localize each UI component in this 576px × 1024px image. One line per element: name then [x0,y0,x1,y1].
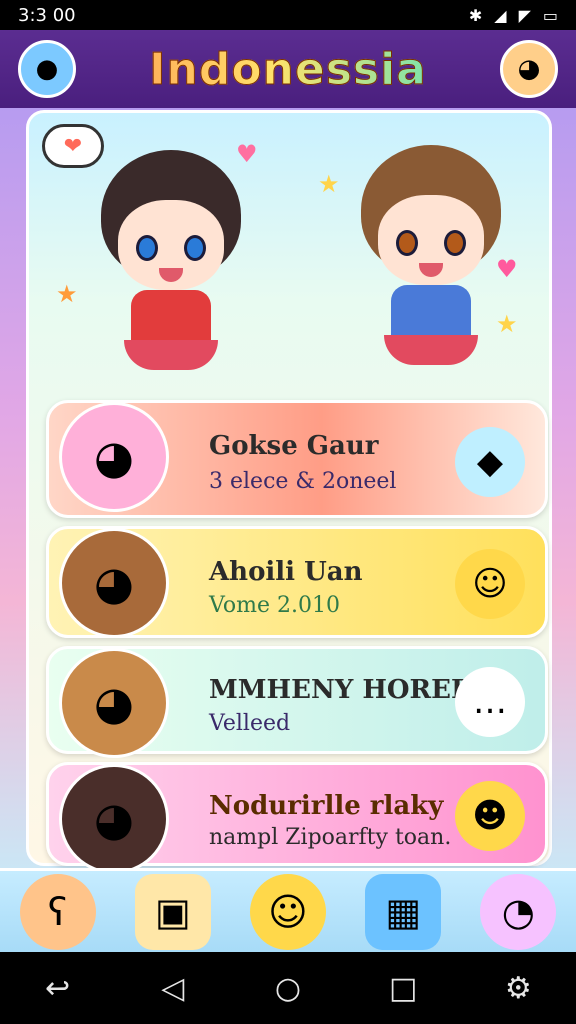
settings-gear-icon[interactable]: ⚙ [488,958,548,1018]
blue-creature-avatar-icon[interactable]: ● [18,40,76,98]
wifi-icon: ◢ [494,5,507,25]
status-time: 3:3 00 [18,4,76,26]
card-subtitle: Velleed [209,711,291,736]
cat-avatar-icon[interactable]: ◕ [500,40,558,98]
card-subtitle: nampl Zipoarfty toan. [209,825,452,850]
status-icons: ✱ ◢ ◤ ▭ [469,6,558,25]
ponytail-girl-icon: ◕ [39,643,189,763]
brown-hair-girl-icon: ◕ [39,523,189,643]
photo-bag-icon[interactable]: ▣ [134,873,211,950]
battery-icon: ▭ [542,5,558,25]
signal-icon: ◤ [518,5,531,25]
star-sparkle-icon: ★ [56,280,78,308]
app-header: ● Indonessia ◕ [0,30,576,108]
card-subtitle: 3 elece & 2oneel [209,469,397,494]
card-title: Gokse Gaur [209,431,379,461]
dark-hair-girl-icon: ◕ [39,759,189,879]
home-circle-icon[interactable]: ○ [258,958,318,1018]
list-item[interactable]: ◕ Nodurirlle rlaky nampl Zipoarfty toan.… [46,762,548,874]
back-gesture-icon[interactable]: ↩ [28,958,88,1018]
card-title: Ahoili Uan [209,557,363,587]
yellow-cat-mascot-icon[interactable]: ☺ [455,549,525,619]
bear-face-icon[interactable]: ʕ [19,873,96,950]
speech-bubble-icon[interactable]: … [455,667,525,737]
yellow-dog-icon[interactable]: ☺ [249,873,326,950]
pink-hair-girl-icon: ◕ [39,397,189,517]
recents-square-icon[interactable]: □ [373,958,433,1018]
system-nav-bar: ↩ ◁ ○ □ ⚙ [0,952,576,1024]
app-title: Indonessia [149,43,427,95]
back-triangle-icon[interactable]: ◁ [143,958,203,1018]
status-bar: 3:3 00 ✱ ◢ ◤ ▭ [0,0,576,30]
hero-banner: ❤ ★ ♥ ★ ♥ ★ [26,110,552,395]
card-title: MMHENY HORERI [209,675,485,705]
tablet-apps-icon[interactable]: ▦ [365,873,442,950]
girl-blue-dress-icon [346,135,516,375]
pink-bunny-icon[interactable]: ◔ [480,873,557,950]
bottom-tab-bar: ʕ ▣ ☺ ▦ ◔ [0,868,576,952]
yellow-blob-mascot-icon[interactable]: ☻ [455,781,525,851]
card-subtitle: Vome 2.010 [209,593,340,618]
card-title: Nodurirlle rlaky [209,791,444,821]
list-item[interactable]: ◕ Gokse Gaur 3 elece & 2oneel ◆ [46,400,548,518]
list-item[interactable]: ◕ MMHENY HORERI Velleed … [46,646,548,758]
girl-red-dress-icon [86,140,256,380]
star-sparkle-icon: ★ [318,170,340,198]
blue-bird-mascot-icon[interactable]: ◆ [455,427,525,497]
list-item[interactable]: ◕ Ahoili Uan Vome 2.010 ☺ [46,526,548,638]
bluetooth-icon: ✱ [468,5,483,25]
